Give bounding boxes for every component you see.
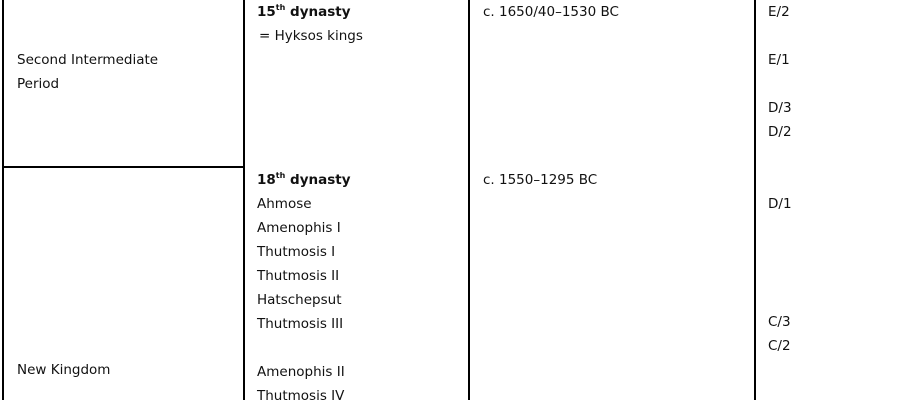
chronology-table: Second Intermediate Period New Kingdom 1…	[0, 0, 910, 404]
dynasty-18-dates: c. 1550–1295 BC	[483, 172, 598, 188]
stratum-code: D/3	[768, 100, 792, 116]
king-name: Amenophis I	[257, 220, 341, 236]
column-divider-1	[243, 0, 245, 400]
king-name: Thutmosis I	[257, 244, 336, 260]
dynasty-15-number: 15	[257, 4, 276, 20]
dynasty-18-word: dynasty	[285, 172, 351, 188]
column-divider-2	[468, 0, 470, 400]
dynasty-15-note: = Hyksos kings	[259, 28, 363, 44]
king-name: Hatschepsut	[257, 292, 342, 308]
stratum-code: D/2	[768, 124, 792, 140]
king-name: Ahmose	[257, 196, 312, 212]
period-second-intermediate-line2: Period	[17, 76, 60, 92]
stratum-code: D/1	[768, 196, 792, 212]
stratum-code: C/3	[768, 314, 791, 330]
king-name: Amenophis II	[257, 364, 345, 380]
period-new-kingdom: New Kingdom	[17, 362, 111, 378]
stratum-code: C/2	[768, 338, 791, 354]
king-name: Thutmosis IV	[257, 388, 345, 404]
left-table-border	[2, 0, 4, 400]
stratum-code: E/2	[768, 4, 790, 20]
dynasty-18-block: 18th dynasty Ahmose Amenophis I Thutmosi…	[257, 168, 351, 408]
dynasty-15-ordinal: th	[275, 3, 286, 12]
dynasty-15-dates: c. 1650/40–1530 BC	[483, 4, 619, 20]
king-name: Thutmosis III	[257, 316, 344, 332]
dynasty-18-ordinal: th	[275, 171, 286, 180]
period-row-divider	[2, 166, 245, 168]
dynasty-15-heading: 15th dynasty	[257, 0, 363, 24]
dynasty-18-heading: 18th dynasty	[257, 168, 351, 192]
stratum-code: E/1	[768, 52, 790, 68]
king-name: Thutmosis II	[257, 268, 340, 284]
period-second-intermediate-line1: Second Intermediate	[17, 52, 159, 68]
period-second-intermediate: Second Intermediate Period	[17, 48, 158, 96]
dynasty-15-block: 15th dynasty = Hyksos kings	[257, 0, 363, 48]
dynasty-18-number: 18	[257, 172, 276, 188]
column-divider-3	[754, 0, 756, 400]
dynasty-15-word: dynasty	[285, 4, 351, 20]
